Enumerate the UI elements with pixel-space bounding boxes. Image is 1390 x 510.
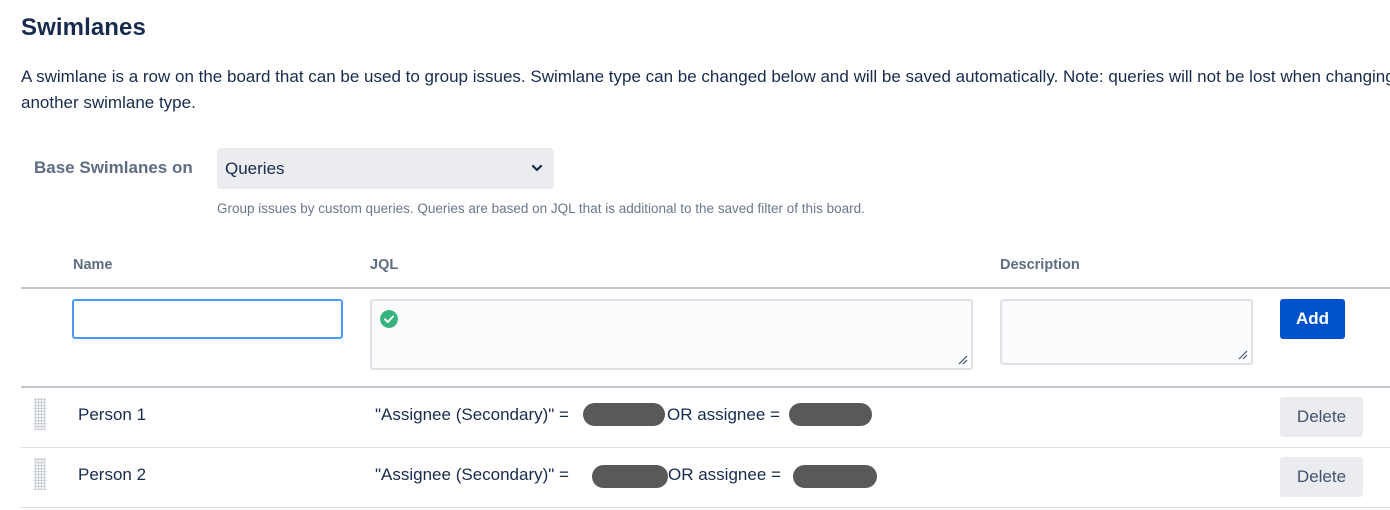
swimlane-jql[interactable]: "Assignee (Secondary)" = bbox=[375, 465, 569, 485]
swimlanes-settings-page: Swimlanes A swimlane is a row on the boa… bbox=[0, 0, 1390, 510]
jql-part-secondary: "Assignee (Secondary)" = bbox=[375, 465, 569, 484]
delete-swimlane-button[interactable]: Delete bbox=[1280, 457, 1363, 497]
new-row-divider bbox=[21, 386, 1390, 388]
column-header-jql: JQL bbox=[370, 257, 399, 273]
column-header-description: Description bbox=[1000, 257, 1080, 273]
chevron-down-icon bbox=[531, 164, 543, 172]
swimlane-type-value: Queries bbox=[225, 158, 285, 178]
drag-handle-icon[interactable] bbox=[34, 398, 46, 430]
resize-handle-icon[interactable] bbox=[1237, 349, 1248, 360]
swimlane-type-help: Group issues by custom queries. Queries … bbox=[217, 201, 865, 216]
swimlane-jql[interactable]: "Assignee (Secondary)" = bbox=[375, 405, 569, 425]
header-divider bbox=[21, 287, 1390, 289]
new-swimlane-jql-textarea[interactable] bbox=[370, 299, 973, 370]
page-title: Swimlanes bbox=[21, 14, 146, 41]
valid-check-icon bbox=[380, 310, 398, 328]
row-divider bbox=[21, 447, 1390, 448]
redacted-value bbox=[793, 465, 877, 488]
jql-part-secondary: "Assignee (Secondary)" = bbox=[375, 405, 569, 424]
new-swimlane-name-input[interactable] bbox=[72, 299, 343, 339]
jql-part-assignee: OR assignee = bbox=[667, 405, 780, 424]
redacted-value bbox=[592, 465, 668, 488]
add-swimlane-button[interactable]: Add bbox=[1280, 299, 1345, 339]
jql-part-assignee: OR assignee = bbox=[668, 465, 781, 484]
resize-handle-icon[interactable] bbox=[957, 354, 968, 365]
swimlane-name[interactable]: Person 2 bbox=[78, 465, 146, 485]
row-divider bbox=[21, 507, 1390, 508]
swimlane-type-select[interactable]: Queries bbox=[217, 148, 554, 189]
swimlane-name[interactable]: Person 1 bbox=[78, 405, 146, 425]
delete-swimlane-button[interactable]: Delete bbox=[1280, 397, 1363, 437]
column-header-name: Name bbox=[73, 257, 113, 273]
page-description: A swimlane is a row on the board that ca… bbox=[21, 67, 1390, 112]
base-swimlanes-label: Base Swimlanes on bbox=[34, 158, 193, 177]
redacted-value bbox=[583, 403, 665, 426]
drag-handle-icon[interactable] bbox=[34, 458, 46, 490]
new-swimlane-description-textarea[interactable] bbox=[1000, 299, 1253, 365]
redacted-value bbox=[789, 403, 872, 426]
